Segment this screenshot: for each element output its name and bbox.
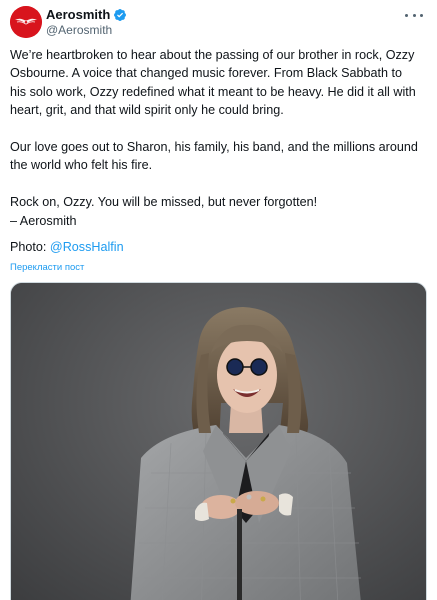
text-line: Rock on, Ozzy. You will be missed, but n…	[10, 195, 318, 210]
text-line: heart, grit, and that wild spirit only h…	[10, 103, 284, 118]
portrait-photo	[11, 283, 426, 600]
post-paragraph: Rock on, Ozzy. You will be missed, but n…	[10, 193, 430, 230]
text-line: We’re heartbroken to hear about the pass…	[10, 48, 415, 62]
post-header: Aerosmith @Aerosmith	[10, 6, 427, 42]
post-card[interactable]: Aerosmith @Aerosmith We’re heartbroken t…	[0, 0, 437, 600]
text-line: Our love goes out to Sharon, his family,…	[10, 140, 418, 155]
author-names: Aerosmith @Aerosmith	[46, 6, 127, 38]
text-line: Osbourne. A voice that changed music for…	[10, 66, 403, 81]
translate-post-link[interactable]: Перекласти пост	[10, 262, 84, 273]
post-text: We’re heartbroken to hear about the pass…	[10, 46, 430, 230]
photo-credit-mention-link[interactable]: @RossHalfin	[50, 240, 124, 254]
post-paragraph: We’re heartbroken to hear about the pass…	[10, 46, 430, 120]
photo-label: Photo:	[10, 240, 50, 254]
display-name-row: Aerosmith	[46, 6, 127, 23]
photo-credit-line: Photo: @RossHalfin	[10, 238, 124, 256]
display-name[interactable]: Aerosmith	[46, 7, 110, 22]
more-options-button[interactable]	[405, 8, 423, 22]
post-media-photo[interactable]	[10, 282, 427, 600]
verified-badge-icon	[113, 8, 127, 22]
text-line: the world who felt his fire.	[10, 158, 153, 173]
more-dot-icon	[405, 13, 408, 17]
author-handle[interactable]: @Aerosmith	[46, 23, 127, 38]
text-line: – Aerosmith	[10, 213, 77, 228]
text-line: his solo work, Ozzy redefined what it me…	[10, 84, 416, 99]
more-dot-icon	[412, 13, 416, 17]
avatar[interactable]	[10, 6, 42, 38]
aerosmith-logo-icon	[10, 6, 42, 38]
post-paragraph: Our love goes out to Sharon, his family,…	[10, 138, 430, 175]
more-dot-icon	[420, 13, 423, 17]
